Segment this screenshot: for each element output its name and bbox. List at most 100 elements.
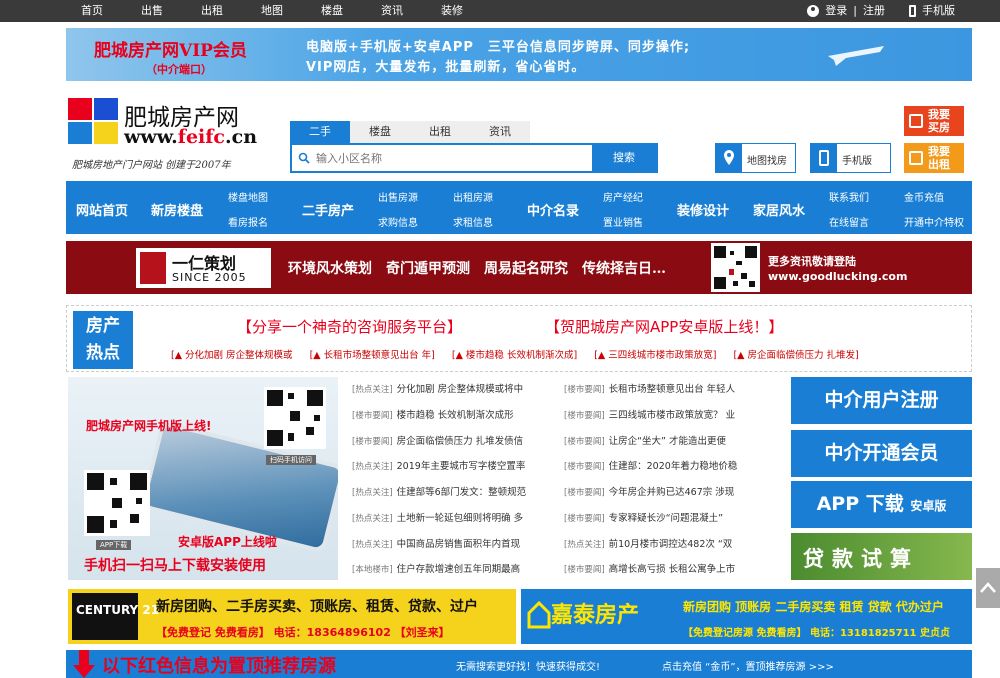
- hot-link[interactable]: [▲ 楼市趋稳 长效机制渐次成]: [452, 350, 577, 361]
- nav-viewing[interactable]: 看房报名: [228, 214, 268, 229]
- back-to-top-button[interactable]: [976, 568, 1000, 608]
- news-category: [楼市要闻]: [564, 385, 605, 395]
- nav-buy-info[interactable]: 求购信息: [378, 214, 418, 229]
- list-item[interactable]: [热点关注] 2019年主要城市写字楼空置率: [352, 460, 525, 474]
- list-item[interactable]: [热点关注] 中国商品房销售面积年内首现: [352, 538, 520, 552]
- jiatai-services: 新房团购 顶账房 二手房买卖 租赁 贷款 代办过户: [683, 600, 944, 614]
- nav-rent-src[interactable]: 出租房源: [453, 189, 493, 204]
- agent-vip-button[interactable]: 中介开通会员: [791, 430, 972, 477]
- nav-rent-info[interactable]: 求租信息: [453, 214, 493, 229]
- nav-property-sales[interactable]: 置业销售: [603, 214, 643, 229]
- list-item[interactable]: [楼市要闻] 三四线城市楼市政策放宽？ 业: [564, 409, 735, 423]
- list-item[interactable]: [热点关注] 土地新一轮延包细则将明确 多: [352, 512, 523, 526]
- top-nav: 首页 出售 出租 地图 楼盘 资讯 装修: [62, 0, 482, 22]
- news-title: 房企面临偿债压力 扎堆发债信: [396, 436, 524, 447]
- android-launch: 安卓版APP上线啦: [178, 535, 277, 549]
- loan-calculator-button[interactable]: 贷款试算: [791, 533, 972, 580]
- hot-headline-2[interactable]: 【贺肥城房产网APP安卓版上线！】: [545, 316, 783, 337]
- nav-broker[interactable]: 房产经纪: [603, 189, 643, 204]
- news-category: [热点关注]: [352, 488, 393, 498]
- nav-message[interactable]: 在线留言: [829, 214, 869, 229]
- hot-headline-1[interactable]: 【分享一个神奇的咨询服务平台】: [237, 316, 462, 337]
- yiren-ad-banner[interactable]: 一仁策划 SINCE 2005 环境风水策划 奇门遁甲预测 周易起名研究 传统择…: [66, 241, 972, 294]
- top-nav-map[interactable]: 地图: [242, 0, 302, 22]
- nav-estate-map[interactable]: 楼盘地图: [228, 189, 268, 204]
- top-nav-news[interactable]: 资讯: [362, 0, 422, 22]
- list-item[interactable]: [楼市要闻] 住建部：2020年着力稳地价稳: [564, 460, 737, 474]
- century21-contact: 【免费登记 免费看房】 电话：18364896102 【刘圣来】: [156, 626, 450, 639]
- nav-recharge[interactable]: 金币充值: [904, 189, 944, 204]
- tab-news[interactable]: 资讯: [470, 121, 530, 143]
- list-item[interactable]: [楼市要闻] 今年房企并购已达467宗 涉现: [564, 486, 734, 500]
- list-item[interactable]: [热点关注] 分化加剧 房企整体规模或将中: [352, 383, 523, 397]
- century21-logo-text: CENTURY 21: [76, 603, 160, 617]
- nav-agents[interactable]: 中介名录: [527, 200, 579, 219]
- mobile-version-button[interactable]: 手机版: [810, 143, 891, 173]
- jiatai-ad[interactable]: 嘉泰房产 新房团购 顶账房 二手房买卖 租赁 贷款 代办过户 【免费登记房源 免…: [521, 589, 972, 644]
- news-title: 住户存款增速创五年同期最高: [396, 564, 521, 575]
- news-category: [楼市要闻]: [564, 462, 605, 472]
- news-category: [楼市要闻]: [352, 411, 393, 421]
- nav-contact[interactable]: 联系我们: [829, 189, 869, 204]
- news-category: [热点关注]: [352, 540, 393, 550]
- nav-sell-src[interactable]: 出售房源: [378, 189, 418, 204]
- qr-caption: 扫码手机访问: [266, 455, 316, 465]
- yiren-services: 环境风水策划 奇门遁甲预测 周易起名研究 传统择吉日…: [288, 261, 666, 277]
- logo-square-yellow: [94, 122, 118, 144]
- nav-home[interactable]: 网站首页: [76, 200, 128, 219]
- login-link[interactable]: 登录: [825, 0, 847, 22]
- top-nav-estate[interactable]: 楼盘: [302, 0, 362, 22]
- nav-fengshui[interactable]: 家居风水: [753, 200, 805, 219]
- recommend-recharge-link[interactable]: 点击充值 “金币”，置顶推荐房源 >>>: [662, 658, 834, 673]
- nav-open-agent[interactable]: 开通中介特权: [904, 214, 964, 229]
- list-item[interactable]: [楼市要闻] 楼市趋稳 长效机制渐次成形: [352, 409, 514, 423]
- list-item[interactable]: [楼市要闻] 专家释疑长沙“问题混凝土”: [564, 512, 723, 526]
- list-item[interactable]: [楼市要闻] 房企面临偿债压力 扎堆发债信: [352, 435, 523, 449]
- house-icon: [527, 600, 551, 629]
- list-item[interactable]: [楼市要闻] 高增长高亏损 长租公寓争上市: [564, 563, 735, 577]
- register-link[interactable]: 注册: [863, 0, 885, 22]
- top-nav-decor[interactable]: 装修: [422, 0, 482, 22]
- jiatai-contact: 【免费登记房源 免费看房】 电话：13181825711 史贞贞: [683, 628, 950, 639]
- hot-link[interactable]: [▲ 长租市场整顿意见出台 年]: [310, 350, 435, 361]
- list-item[interactable]: [楼市要闻] 让房企“坐大” 才能造出更便: [564, 435, 726, 449]
- search-button[interactable]: 搜索: [592, 145, 656, 171]
- top-nav-sale[interactable]: 出售: [122, 0, 182, 22]
- list-item[interactable]: [热点关注] 住建部等6部门发文：整顿规范: [352, 486, 526, 500]
- news-title: 住建部：2020年着力稳地价稳: [608, 461, 738, 472]
- tab-second-hand[interactable]: 二手: [290, 121, 350, 143]
- nav-new-house[interactable]: 新房楼盘: [151, 200, 203, 219]
- agent-register-button[interactable]: 中介用户注册: [791, 377, 972, 424]
- tab-rent[interactable]: 出租: [410, 121, 470, 143]
- logo-square-red: [68, 98, 92, 120]
- jiatai-logo: 嘉泰房产: [525, 595, 670, 635]
- search-box: 搜索: [290, 143, 658, 173]
- nav-decoration[interactable]: 装修设计: [677, 200, 729, 219]
- mobile-app-ad[interactable]: 肥城房产网手机版上线! 扫码手机访问 APP下载 安卓版APP上线啦 手机扫一扫…: [68, 377, 338, 580]
- top-nav-home[interactable]: 首页: [62, 0, 122, 22]
- list-item[interactable]: [本地楼市] 住户存款增速创五年同期最高: [352, 563, 520, 577]
- nav-second-hand[interactable]: 二手房产: [302, 200, 354, 219]
- cart-icon: [909, 151, 923, 165]
- vip-banner[interactable]: 肥城房产网VIP会员 （中介端口） 电脑版+手机版+安卓APP 三平台信息同步跨…: [66, 28, 972, 81]
- mobile-link[interactable]: 手机版: [922, 0, 955, 22]
- rent-out-button[interactable]: 我要 出租: [904, 143, 964, 173]
- map-search-button[interactable]: 地图找房: [715, 143, 796, 173]
- century21-ad[interactable]: CENTURY 21 新房团购、二手房买卖、顶账房、租赁、贷款、过户 【免费登记…: [68, 589, 516, 644]
- list-item[interactable]: [楼市要闻] 长租市场整顿意见出台 年轻人: [564, 383, 735, 397]
- news-title: 土地新一轮延包细则将明确 多: [396, 513, 524, 524]
- top-nav-rent[interactable]: 出租: [182, 0, 242, 22]
- qr-code-icon: [264, 387, 326, 449]
- tab-estate[interactable]: 楼盘: [350, 121, 410, 143]
- news-title: 长租市场整顿意见出台 年轻人: [608, 384, 736, 395]
- hot-link[interactable]: [▲ 分化加剧 房企整体规模或: [171, 350, 293, 361]
- app-download-button[interactable]: APP 下载 安卓版: [791, 481, 972, 528]
- buy-house-button[interactable]: 我要 买房: [904, 106, 964, 136]
- search-tabs: 二手 楼盘 出租 资讯: [290, 121, 530, 143]
- yiren-since: SINCE 2005: [172, 271, 247, 284]
- recommend-banner[interactable]: 以下红色信息为置顶推荐房源 无需搜索更好找！快速获得成交! 点击充值 “金币”，…: [66, 650, 972, 678]
- hot-link[interactable]: [▲ 三四线城市楼市政策放宽]: [594, 350, 716, 361]
- search-input[interactable]: [316, 148, 586, 168]
- hot-link[interactable]: [▲ 房企面临偿债压力 扎堆发]: [733, 350, 858, 361]
- list-item[interactable]: [热点关注] 前10月楼市调控达482次 “双: [564, 538, 732, 552]
